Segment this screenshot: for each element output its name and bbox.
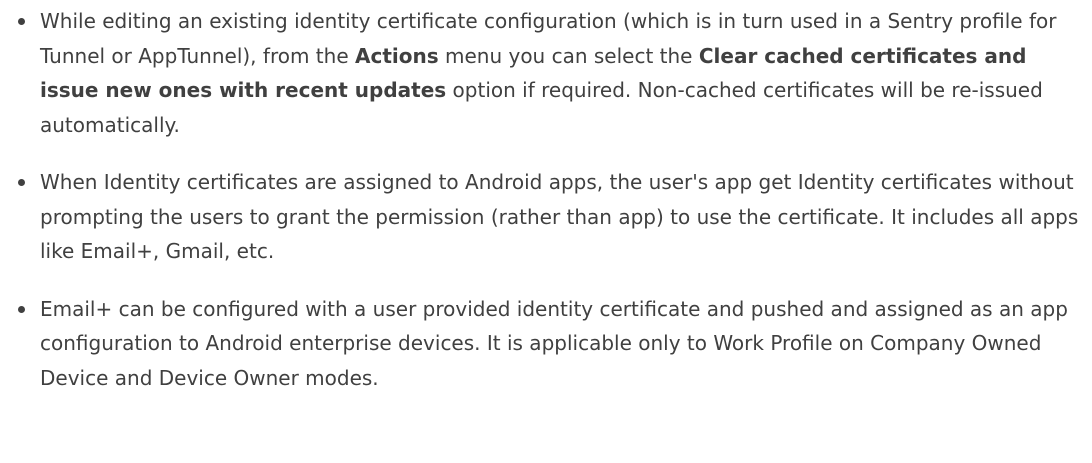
bullet-text: While editing an existing identity certi… xyxy=(40,9,1056,137)
bullet-dot xyxy=(18,179,25,186)
bullet-item-android-apps: When Identity certificates are assigned … xyxy=(0,165,1092,269)
bullet-text: When Identity certificates are assigned … xyxy=(40,170,1078,263)
actions-menu-term: Actions xyxy=(354,43,439,68)
bullet-item-clear-cached-certificates: While editing an existing identity certi… xyxy=(0,4,1092,142)
document-body: While editing an existing identity certi… xyxy=(0,0,1092,463)
bullet-item-email-plus: Email+ can be configured with a user pro… xyxy=(0,292,1092,396)
bullet-dot xyxy=(18,305,25,313)
bullet-text: Email+ can be configured with a user pro… xyxy=(40,297,1068,390)
bullet-list: While editing an existing identity certi… xyxy=(0,0,1092,395)
text-run: When Identity certificates are assigned … xyxy=(40,170,1079,263)
text-run: Email+ can be configured with a user pro… xyxy=(40,296,1068,390)
bullet-dot xyxy=(18,18,25,25)
text-run: menu you can select the xyxy=(438,43,699,68)
